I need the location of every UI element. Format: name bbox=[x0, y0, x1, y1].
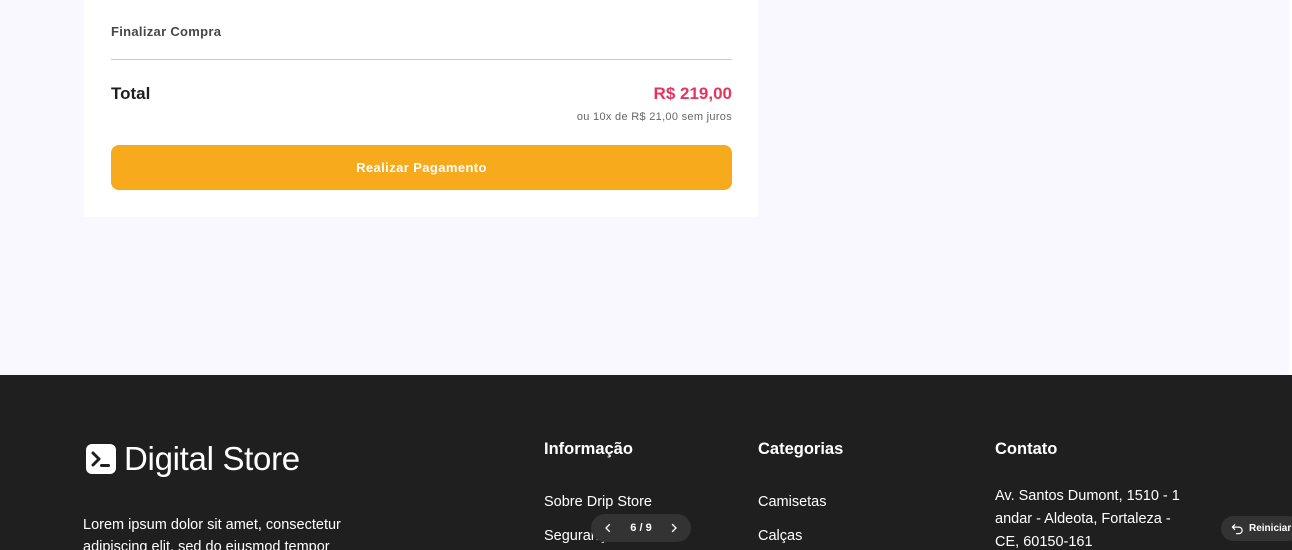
total-label: Total bbox=[111, 84, 151, 103]
installments-text: ou 10x de R$ 21,00 sem juros bbox=[576, 111, 732, 123]
total-value: R$ 219,00 bbox=[653, 84, 732, 103]
info-column-title: Informação bbox=[544, 440, 633, 458]
contact-column-title: Contato bbox=[995, 440, 1058, 458]
order-summary-card: Finalizar Compra Total R$ 219,00 ou 10x … bbox=[84, 0, 758, 217]
link-camisetas[interactable]: Camisetas bbox=[758, 494, 827, 510]
footer-description: Lorem ipsum dolor sit amet, consectetur … bbox=[83, 517, 341, 550]
reset-label: Reiniciar bbox=[1249, 523, 1292, 534]
reset-button[interactable]: Reiniciar bbox=[1221, 516, 1292, 541]
pager-indicator: 6 / 9 bbox=[630, 522, 652, 534]
page: Finalizar Compra Total R$ 219,00 ou 10x … bbox=[0, 0, 1292, 550]
terminal-icon bbox=[86, 444, 116, 474]
contact-address: Av. Santos Dumont, 1510 - 1 andar - Alde… bbox=[995, 488, 1180, 550]
pay-button[interactable]: Realizar Pagamento bbox=[111, 145, 732, 190]
undo-icon bbox=[1231, 524, 1243, 535]
brand-name: Digital Store bbox=[124, 440, 300, 477]
chevron-right-icon[interactable] bbox=[667, 521, 681, 535]
section-title: Finalizar Compra bbox=[111, 24, 222, 39]
link-sobre-drip-store[interactable]: Sobre Drip Store bbox=[544, 494, 652, 510]
link-calcas[interactable]: Calças bbox=[758, 528, 802, 544]
brand-logo[interactable]: Digital Store bbox=[85, 440, 300, 478]
chevron-left-icon[interactable] bbox=[601, 521, 615, 535]
categories-column-title: Categorias bbox=[758, 440, 844, 458]
slide-pager: 6 / 9 bbox=[591, 514, 691, 542]
divider bbox=[111, 59, 732, 60]
